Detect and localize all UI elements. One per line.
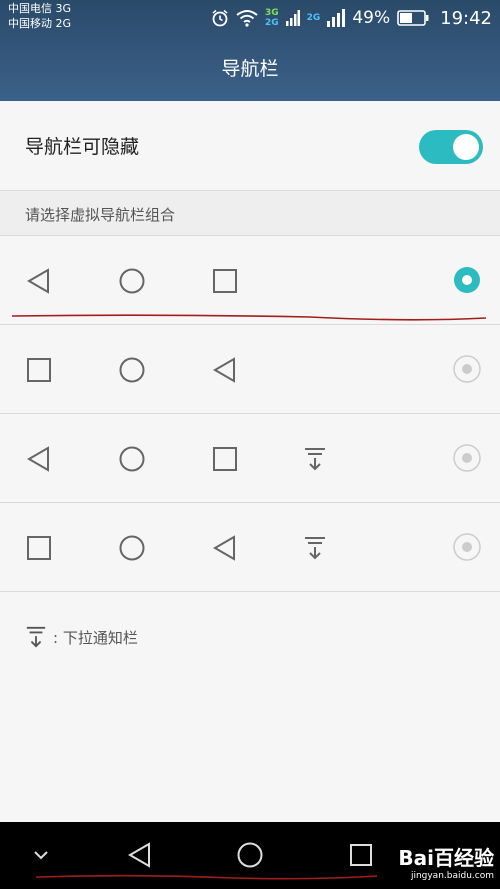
- toggle-knob: [453, 134, 479, 160]
- pulldown-hint-text: : 下拉通知栏: [53, 628, 138, 647]
- hide-navbar-label: 导航栏可隐藏: [25, 136, 140, 158]
- home-icon: [119, 446, 145, 472]
- section-header: 请选择虚拟导航栏组合: [0, 191, 500, 236]
- signal-icon: [285, 10, 300, 26]
- home-icon[interactable]: [237, 842, 263, 868]
- notification-pulldown-icon: [305, 537, 325, 560]
- back-icon: [213, 535, 235, 561]
- net-tag-2g-b: 2G: [306, 13, 321, 23]
- recent-icon: [27, 536, 51, 560]
- battery-percent: 49%: [352, 8, 391, 28]
- carrier-2: 中国移动 2G: [8, 17, 72, 30]
- wifi-icon: [236, 10, 258, 27]
- notification-pulldown-icon: [26, 626, 46, 648]
- alarm-icon: [212, 9, 228, 27]
- battery-icon: [397, 10, 429, 26]
- back-icon: [27, 446, 49, 472]
- watermark-url: jingyan.baidu.com: [410, 871, 494, 881]
- nav-combo-option-4[interactable]: [0, 503, 500, 592]
- network-tag-1: 3G 2G: [265, 8, 279, 28]
- home-icon: [119, 357, 145, 383]
- system-nav-bar: Bai百经验 jingyan.baidu.com: [0, 822, 500, 889]
- nav-combo-option-3[interactable]: [0, 414, 500, 503]
- notification-pulldown-icon: [305, 448, 325, 471]
- pulldown-hint: : 下拉通知栏: [25, 622, 138, 652]
- net-tag-3g: 3G: [265, 8, 279, 18]
- back-icon: [27, 268, 49, 294]
- clock: 19:42: [440, 7, 492, 29]
- back-icon[interactable]: [127, 842, 153, 868]
- radio-unselected[interactable]: [453, 533, 481, 561]
- watermark-brand: Bai百经验: [398, 846, 494, 870]
- hide-navbar-toggle[interactable]: [419, 130, 483, 164]
- radio-selected[interactable]: [453, 266, 481, 294]
- recent-icon[interactable]: [349, 843, 373, 867]
- radio-unselected[interactable]: [453, 444, 481, 472]
- carrier-info: 中国电信 3G 中国移动 2G: [8, 1, 71, 31]
- home-icon: [119, 268, 145, 294]
- recent-icon: [213, 447, 237, 471]
- annotation-underline: [35, 874, 378, 880]
- section-label: 请选择虚拟导航栏组合: [25, 206, 176, 224]
- annotation-underline: [11, 314, 487, 321]
- radio-unselected[interactable]: [453, 355, 481, 383]
- network-tag-2: 2G: [307, 13, 321, 23]
- app-header: 中国电信 3G 中国移动 2G 3G 2G 2G 49% 19:42 导航栏: [0, 0, 500, 101]
- page-title: 导航栏: [221, 58, 279, 80]
- status-icons: 3G 2G 2G 49% 19:42: [211, 5, 492, 31]
- nav-combo-option-2[interactable]: [0, 325, 500, 414]
- home-icon: [119, 535, 145, 561]
- recent-icon: [27, 358, 51, 382]
- carrier-1: 中国电信 3G: [8, 2, 72, 15]
- hide-nav-icon[interactable]: [33, 849, 49, 861]
- net-tag-2g: 2G: [265, 18, 279, 28]
- back-icon: [213, 357, 235, 383]
- recent-icon: [213, 269, 237, 293]
- baidu-watermark: Bai百经验 jingyan.baidu.com: [398, 842, 494, 881]
- signal-icon: [327, 9, 346, 27]
